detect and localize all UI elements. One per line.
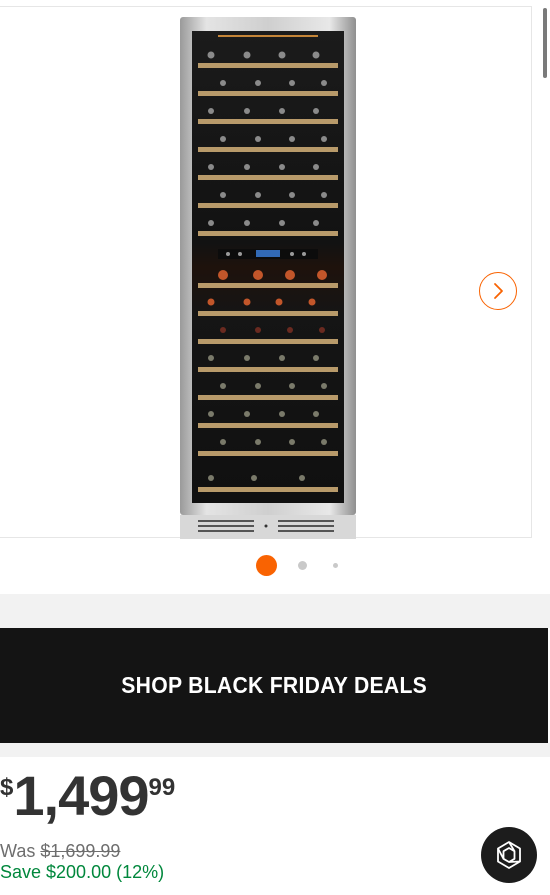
image-carousel-dots xyxy=(0,555,532,577)
carousel-dot[interactable] xyxy=(298,561,307,570)
section-divider xyxy=(0,594,550,628)
ai-assistant-icon xyxy=(497,841,521,869)
promo-label: SHOP BLACK FRIDAY DEALS xyxy=(121,672,427,698)
was-label: Was xyxy=(0,841,36,861)
price-currency: $ xyxy=(0,774,14,801)
was-price-line: Was $1,699.99 xyxy=(0,841,120,862)
product-image-panel[interactable] xyxy=(0,6,532,539)
product-page: SHOP BLACK FRIDAY DEALS $ 1,499 99 Was $… xyxy=(0,0,550,895)
savings-text: Save $200.00 (12%) xyxy=(0,862,165,882)
wine-cooler-image xyxy=(180,17,356,539)
black-friday-banner[interactable]: SHOP BLACK FRIDAY DEALS xyxy=(0,628,548,743)
was-price: $1,699.99 xyxy=(40,841,121,861)
price-dollars: 1,499 xyxy=(13,764,149,827)
carousel-dot[interactable] xyxy=(333,563,338,568)
next-image-button[interactable] xyxy=(479,272,517,310)
chevron-right-icon xyxy=(494,283,503,299)
price-cents: 99 xyxy=(148,774,176,801)
page-scrollbar[interactable] xyxy=(542,0,550,895)
ai-assistant-button[interactable] xyxy=(481,827,537,883)
carousel-dot-active[interactable] xyxy=(256,555,277,576)
product-price: $ 1,499 99 xyxy=(0,768,175,824)
section-divider xyxy=(0,743,550,757)
scrollbar-thumb[interactable] xyxy=(543,8,547,78)
